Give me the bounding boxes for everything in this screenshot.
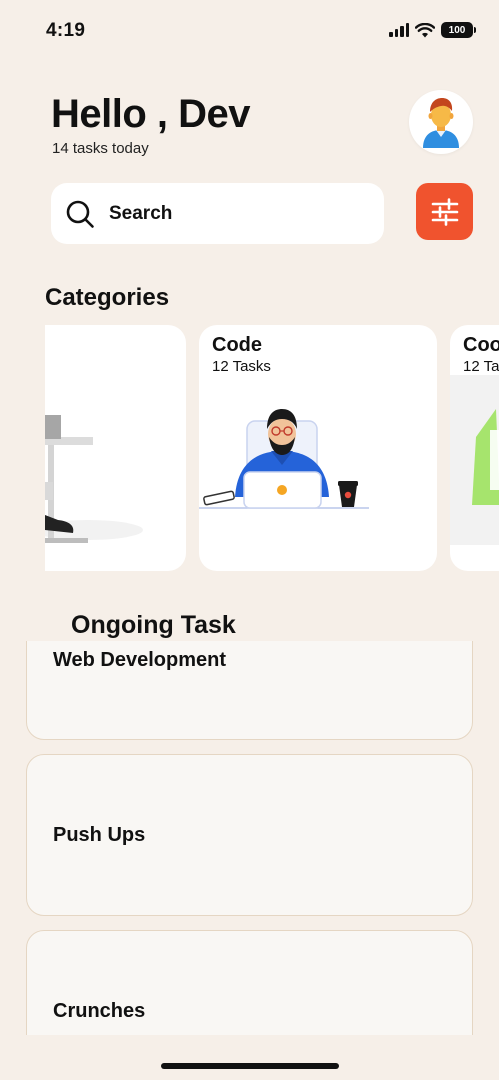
search-input[interactable]: Search <box>51 183 384 244</box>
avatar[interactable] <box>409 90 473 154</box>
category-card-code[interactable]: Code 12 Tasks <box>199 325 437 571</box>
task-card[interactable]: Crunches <box>26 930 473 1035</box>
category-count: 12 Ta <box>463 358 499 375</box>
ongoing-task-list[interactable]: Web Development Push Ups Crunches <box>0 641 499 1035</box>
search-label: Search <box>109 202 173 224</box>
sliders-icon <box>431 197 458 226</box>
task-label: Web Development <box>53 649 226 671</box>
categories-title: Categories <box>45 284 170 311</box>
greeting-title: Hello , Dev <box>51 92 251 136</box>
wifi-icon <box>415 22 435 37</box>
task-label: Crunches <box>53 1000 146 1022</box>
task-label: Push Ups <box>53 824 146 846</box>
ongoing-task-title: Ongoing Task <box>71 611 236 639</box>
status-icons: 100 <box>389 22 476 38</box>
cellular-signal-icon <box>389 23 409 37</box>
home-indicator[interactable] <box>161 1063 339 1069</box>
desk-illustration <box>45 415 143 543</box>
person-avatar-icon <box>423 98 459 148</box>
task-card[interactable]: Push Ups <box>26 754 473 916</box>
filter-button[interactable] <box>416 183 473 240</box>
battery-level: 100 <box>448 24 466 36</box>
developer-illustration <box>199 409 369 509</box>
tasks-today-subtitle: 14 tasks today <box>52 140 149 157</box>
category-card-next[interactable]: Coo 12 Ta <box>450 325 499 571</box>
categories-carousel[interactable]: Code 12 Tasks Coo 12 Ta <box>45 325 499 573</box>
battery-icon: 100 <box>441 22 476 38</box>
status-time: 4:19 <box>46 20 86 41</box>
category-card-left[interactable] <box>45 325 186 571</box>
search-icon <box>66 200 94 228</box>
task-card[interactable]: Web Development <box>26 641 473 740</box>
category-title: Coo <box>463 334 499 356</box>
